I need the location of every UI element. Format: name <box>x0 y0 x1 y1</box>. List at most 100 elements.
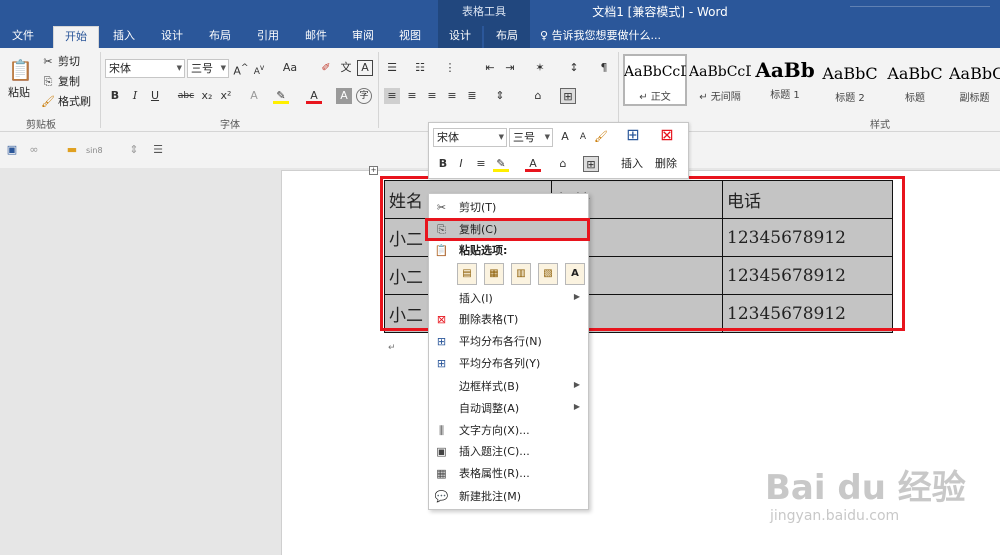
tab-insert[interactable]: 插入 <box>104 26 144 48</box>
menu-item-delete-table[interactable]: ⊠ 删除表格(T) <box>429 310 588 330</box>
decrease-indent-icon[interactable]: ⇤ <box>482 60 498 76</box>
insert-table-icon[interactable]: ⊞ <box>622 127 644 147</box>
bullets-icon[interactable]: ☰ <box>384 60 400 76</box>
font-name-combo[interactable]: 宋体 ▼ <box>105 59 185 78</box>
tell-me-box[interactable]: ♀ 告诉我您想要做什么... <box>540 26 680 48</box>
strikethrough-button[interactable]: abc <box>176 88 196 104</box>
chinese-layout-icon[interactable]: ✶ <box>532 60 548 76</box>
tab-references[interactable]: 引用 <box>248 26 288 48</box>
text-effects-icon[interactable]: A <box>246 88 262 104</box>
table-move-handle[interactable]: + <box>369 166 378 175</box>
menu-item-distribute-cols[interactable]: ⊞ 平均分布各列(Y) <box>429 354 588 374</box>
highlight-icon[interactable]: ✎ <box>273 88 289 104</box>
shading-icon[interactable]: ⌂ <box>530 88 546 104</box>
italic-button[interactable]: I <box>127 88 143 104</box>
tab-home[interactable]: 开始 <box>53 26 99 48</box>
clear-formatting-icon[interactable]: ✐ <box>318 60 334 76</box>
mini-font-name-combo[interactable]: 宋体 ▼ <box>433 128 507 147</box>
style-subtitle[interactable]: AaBbC 副标题 <box>949 56 1000 112</box>
line-spacing-icon[interactable]: ⇕ <box>492 88 508 104</box>
paste-option-nest-table-icon[interactable]: ▦ <box>484 263 504 285</box>
menu-item-text-direction[interactable]: ⫼ 文字方向(X)... <box>429 421 588 441</box>
style-heading-2[interactable]: AaBbC 标题 2 <box>819 56 881 112</box>
menu-item-insert-caption[interactable]: ▣ 插入题注(C)... <box>429 442 588 462</box>
mini-insert-button[interactable]: 插入 <box>621 157 643 171</box>
style-title[interactable]: AaBbC 标题 <box>884 56 946 112</box>
shrink-font-icon[interactable]: Av <box>251 60 267 77</box>
menu-item-new-comment[interactable]: 💬 新建批注(M) <box>429 487 588 507</box>
style-heading-1[interactable]: AaBb 标题 1 <box>754 56 816 112</box>
tab-table-layout[interactable]: 布局 <box>484 26 530 48</box>
tab-review[interactable]: 审阅 <box>343 26 383 48</box>
bold-button[interactable]: B <box>107 88 123 104</box>
underline-button[interactable]: U <box>147 88 163 104</box>
chevron-right-icon: ▶ <box>573 292 580 301</box>
mini-center-icon[interactable]: ≡ <box>473 156 489 172</box>
style-normal[interactable]: AaBbCcDd ↵ 正文 <box>624 56 686 112</box>
mini-highlight-icon[interactable]: ✎ <box>493 156 509 172</box>
scissors-icon[interactable]: ✂ <box>40 54 56 70</box>
tab-table-design[interactable]: 设计 <box>438 26 482 48</box>
mini-font-color-icon[interactable]: A <box>525 156 541 172</box>
menu-item-distribute-rows[interactable]: ⊞ 平均分布各行(N) <box>429 332 588 352</box>
align-right-icon[interactable]: ≡ <box>424 88 440 104</box>
menu-item-border-styles[interactable]: 边框样式(B) ▶ <box>429 377 588 397</box>
character-border-icon[interactable]: A <box>357 60 373 76</box>
tab-layout[interactable]: 布局 <box>200 26 240 48</box>
format-painter-icon[interactable]: 🖌 <box>40 94 56 110</box>
mini-shading-icon[interactable]: ⌂ <box>555 156 571 172</box>
format-painter-icon[interactable]: 🖌 <box>593 129 609 145</box>
paste-option-overwrite-icon[interactable]: ▧ <box>538 263 558 285</box>
line-spacing-icon[interactable]: ☰ <box>150 142 166 158</box>
mini-delete-button[interactable]: 删除 <box>655 157 677 171</box>
increase-indent-icon[interactable]: ⇥ <box>502 60 518 76</box>
copy-icon[interactable]: ⎘ <box>40 74 56 90</box>
mini-borders-icon[interactable]: ⊞ <box>583 156 599 172</box>
mini-bold-button[interactable]: B <box>435 156 451 172</box>
phonetic-guide-icon[interactable]: 文 <box>338 60 354 76</box>
grow-font-icon[interactable]: A^ <box>233 60 249 78</box>
subscript-button[interactable]: x₂ <box>199 88 215 104</box>
distributed-icon[interactable]: ≣ <box>464 88 480 104</box>
tab-view[interactable]: 视图 <box>390 26 430 48</box>
font-color-icon[interactable]: A <box>306 88 322 104</box>
menu-item-cut[interactable]: ✂ 剪切(T) <box>429 198 588 218</box>
tab-mailings[interactable]: 邮件 <box>296 26 336 48</box>
style-no-spacing[interactable]: AaBbCcDd ↵ 无间隔 <box>689 56 751 112</box>
copy-button[interactable]: 复制 <box>58 75 80 89</box>
folder-icon[interactable]: ▬ <box>64 142 80 158</box>
enclose-characters-icon[interactable]: 字 <box>356 88 372 104</box>
show-marks-icon[interactable]: ¶ <box>596 60 612 76</box>
character-shading-icon[interactable]: A <box>336 88 352 104</box>
grow-font-icon[interactable]: A <box>557 129 573 145</box>
justify-icon[interactable]: ≡ <box>444 88 460 104</box>
format-painter-button[interactable]: 格式刷 <box>58 95 91 109</box>
borders-icon[interactable]: ⊞ <box>560 88 576 104</box>
paste-icon[interactable]: 📋 <box>8 56 33 84</box>
superscript-button[interactable]: x² <box>218 88 234 104</box>
paste-option-text-only-icon[interactable]: A <box>565 263 585 285</box>
numbering-icon[interactable]: ☷ <box>412 60 428 76</box>
align-left-icon[interactable]: ≡ <box>384 88 400 104</box>
paste-option-merge-table-icon[interactable]: ▥ <box>511 263 531 285</box>
menu-item-autofit[interactable]: 自动调整(A) ▶ <box>429 399 588 419</box>
mini-font-size-combo[interactable]: 三号 ▼ <box>509 128 553 147</box>
change-case-button[interactable]: Aa <box>277 60 303 76</box>
spacing-icon[interactable]: ⇕ <box>126 142 142 158</box>
sort-icon[interactable]: ↕ <box>566 60 582 76</box>
save-icon[interactable]: ▣ <box>4 142 20 158</box>
paste-option-keep-source-icon[interactable]: ▤ <box>457 263 477 285</box>
mini-italic-button[interactable]: I <box>453 156 469 172</box>
align-center-icon[interactable]: ≡ <box>404 88 420 104</box>
shrink-font-icon[interactable]: A <box>575 129 591 145</box>
menu-item-table-properties[interactable]: ▦ 表格属性(R)... <box>429 464 588 484</box>
multilevel-list-icon[interactable]: ⋮ <box>442 60 458 76</box>
font-size-combo[interactable]: 三号 ▼ <box>187 59 229 78</box>
delete-table-icon[interactable]: ⊠ <box>656 127 678 147</box>
menu-item-insert[interactable]: 插入(I) ▶ <box>429 289 588 309</box>
link-icon[interactable]: ∞ <box>26 142 42 158</box>
tab-design[interactable]: 设计 <box>152 26 192 48</box>
tab-file[interactable]: 文件 <box>4 26 42 48</box>
paste-button[interactable]: 粘贴 <box>8 86 30 100</box>
cut-button[interactable]: 剪切 <box>58 55 80 69</box>
